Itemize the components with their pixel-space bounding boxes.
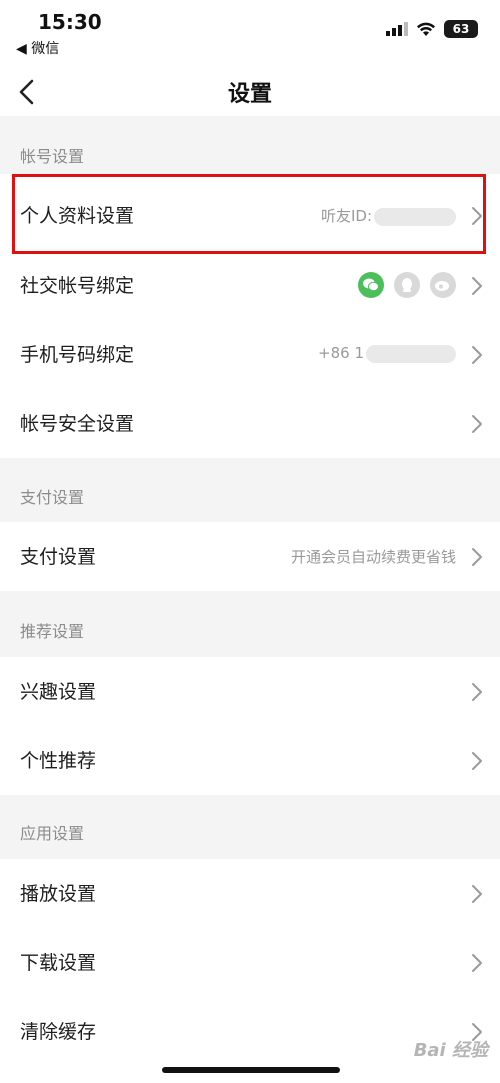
chevron-right-icon — [472, 954, 482, 972]
row-interest-settings[interactable]: 兴趣设置 — [0, 657, 500, 726]
status-bar: 15:30 ◀ 微信 63 — [0, 0, 500, 70]
cellular-signal-icon — [386, 22, 408, 36]
row-personal-recommend[interactable]: 个性推荐 — [0, 726, 500, 795]
status-time: 15:30 — [38, 10, 102, 34]
section-title: 帐号设置 — [20, 147, 85, 166]
row-label: 帐号安全设置 — [20, 413, 135, 435]
chevron-right-icon — [472, 885, 482, 903]
wechat-icon — [358, 272, 384, 298]
row-download-settings[interactable]: 下载设置 — [0, 928, 500, 997]
social-icons — [358, 272, 456, 298]
chevron-right-icon — [472, 683, 482, 701]
row-value: 开通会员自动续费更省钱 — [290, 548, 456, 566]
back-to-app-link[interactable]: ◀ 微信 — [16, 38, 59, 58]
section-title: 支付设置 — [20, 488, 85, 507]
watermark: Bai 经验 — [413, 1040, 488, 1061]
row-label: 播放设置 — [20, 883, 97, 905]
row-label: 下载设置 — [20, 952, 97, 974]
section-title: 应用设置 — [20, 824, 85, 843]
section-header-account: 帐号设置 — [0, 116, 500, 174]
weibo-icon — [430, 272, 456, 298]
nav-bar: 设置 — [0, 70, 500, 116]
row-payment-settings[interactable]: 支付设置 开通会员自动续费更省钱 — [0, 522, 500, 591]
section-title: 推荐设置 — [20, 622, 85, 641]
chevron-right-icon — [472, 752, 482, 770]
redacted-blur — [366, 344, 456, 363]
chevron-right-icon — [472, 548, 482, 566]
qq-icon — [394, 272, 420, 298]
row-label: 手机号码绑定 — [20, 344, 135, 366]
annotation-highlight-box — [12, 174, 486, 254]
status-icons: 63 — [386, 20, 478, 38]
section-header-payment: 支付设置 — [0, 458, 500, 522]
row-label: 兴趣设置 — [20, 681, 97, 703]
row-value: +86 1 — [318, 344, 456, 363]
chevron-right-icon — [472, 346, 482, 364]
chevron-right-icon — [472, 277, 482, 295]
row-phone-binding[interactable]: 手机号码绑定 +86 1 — [0, 320, 500, 389]
section-header-recommend: 推荐设置 — [0, 591, 500, 657]
row-label: 个性推荐 — [20, 750, 97, 772]
page-title: 设置 — [227, 82, 272, 107]
row-social-binding[interactable]: 社交帐号绑定 — [0, 251, 500, 320]
chevron-right-icon — [472, 415, 482, 433]
row-label: 支付设置 — [20, 546, 97, 568]
section-header-app: 应用设置 — [0, 795, 500, 859]
row-label: 社交帐号绑定 — [20, 275, 135, 297]
row-account-security[interactable]: 帐号安全设置 — [0, 389, 500, 458]
phone-number-text: +86 1 — [318, 344, 364, 362]
battery-indicator: 63 — [444, 20, 478, 38]
row-label: 清除缓存 — [20, 1021, 97, 1043]
home-indicator[interactable] — [162, 1067, 340, 1073]
wifi-icon — [417, 22, 435, 36]
row-playback-settings[interactable]: 播放设置 — [0, 859, 500, 928]
